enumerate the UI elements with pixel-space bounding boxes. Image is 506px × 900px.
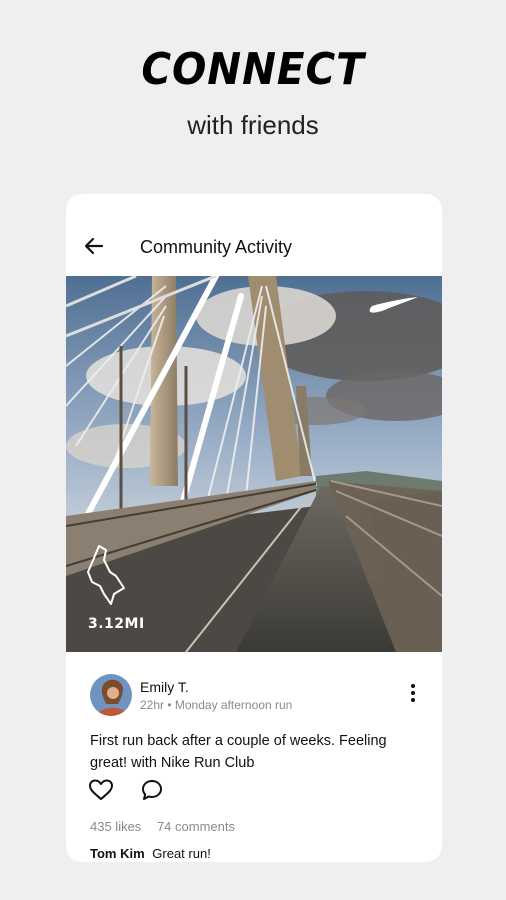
post-meta: 22hr • Monday afternoon run bbox=[140, 698, 293, 712]
run-photo[interactable]: 3.12MI bbox=[66, 276, 442, 652]
comments-count[interactable]: 74 comments bbox=[157, 819, 235, 834]
top-comment: Tom Kim Great run! bbox=[90, 846, 211, 861]
avatar[interactable] bbox=[90, 674, 132, 716]
more-options-icon[interactable] bbox=[407, 682, 419, 706]
heart-icon[interactable] bbox=[88, 778, 114, 802]
comment-author[interactable]: Tom Kim bbox=[90, 846, 145, 861]
engagement-counts: 435 likes 74 comments bbox=[90, 819, 235, 834]
post-text: First run back after a couple of weeks. … bbox=[90, 733, 387, 771]
activity-card: Community Activity 3.12MI Emily T. 22hr … bbox=[66, 194, 442, 862]
top-bar: Community Activity bbox=[66, 194, 442, 276]
page-title: Community Activity bbox=[140, 237, 293, 257]
back-arrow-icon[interactable] bbox=[82, 234, 106, 258]
hero-subtitle: with friends bbox=[187, 110, 319, 140]
comment-icon[interactable] bbox=[140, 778, 164, 802]
post-author[interactable]: Emily T. bbox=[140, 679, 189, 695]
comment-text: Great run! bbox=[152, 846, 211, 861]
hero-title: CONNECT bbox=[141, 44, 365, 95]
distance-label: 3.12MI bbox=[88, 616, 145, 632]
likes-count[interactable]: 435 likes bbox=[90, 819, 141, 834]
post: Emily T. 22hr • Monday afternoon run Fir… bbox=[66, 652, 442, 862]
